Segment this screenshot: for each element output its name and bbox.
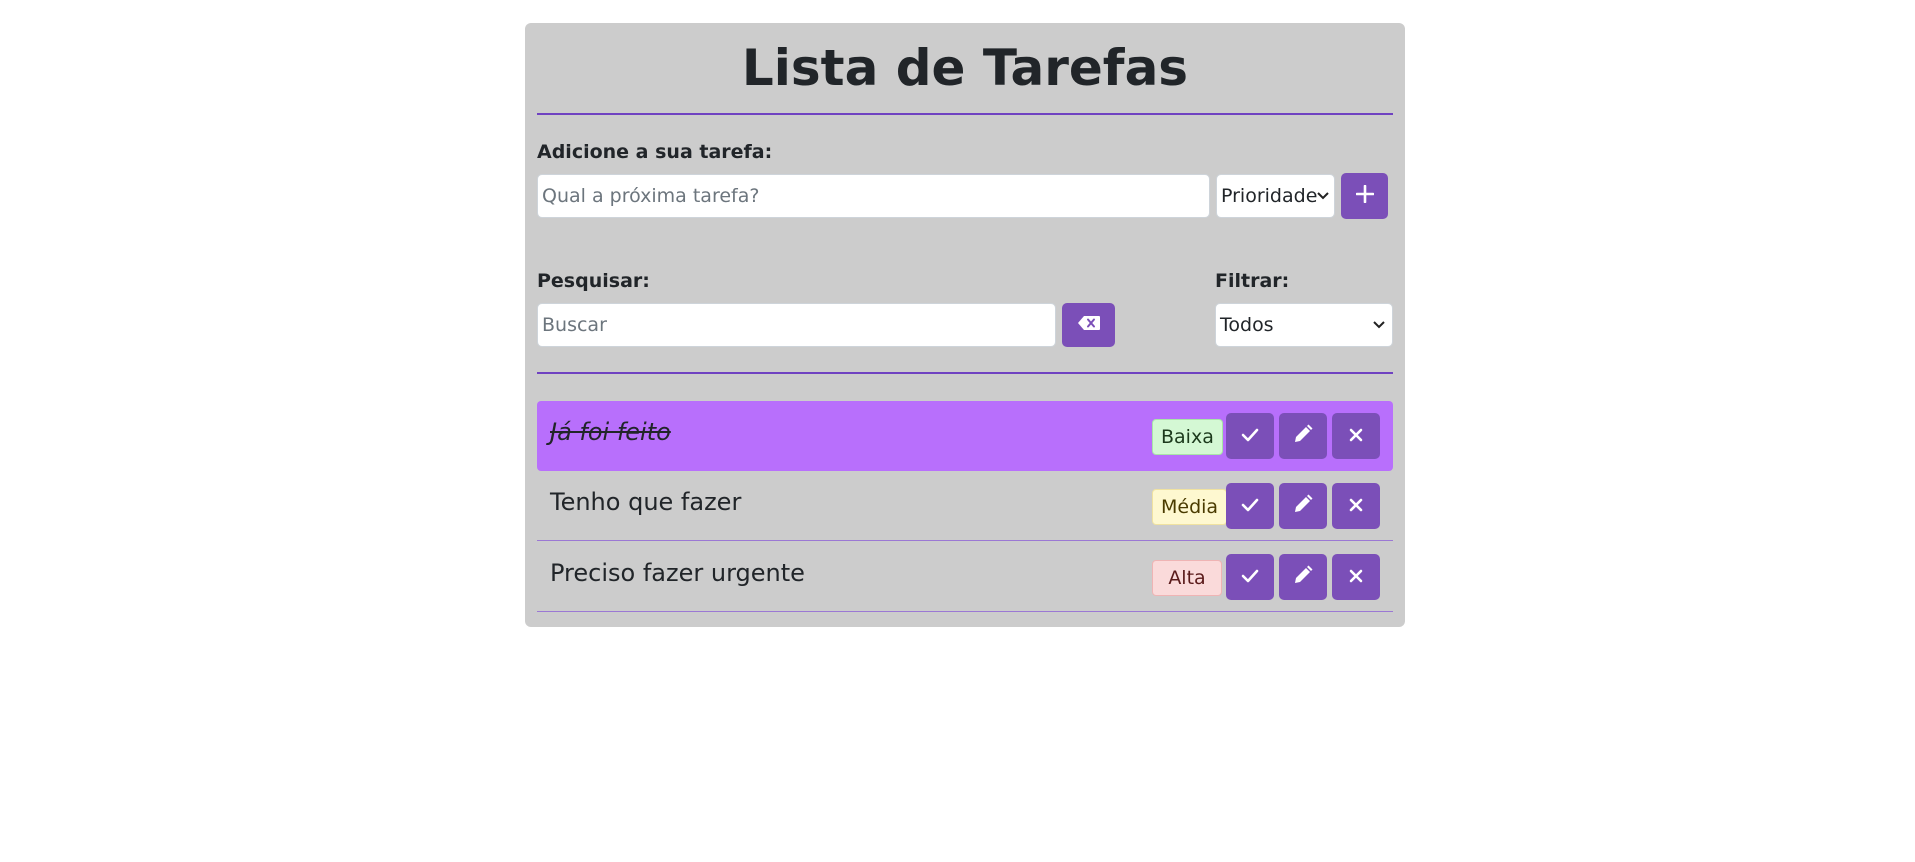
remove-button[interactable]: [1332, 554, 1380, 600]
search-input[interactable]: [537, 303, 1056, 347]
remove-button[interactable]: [1332, 483, 1380, 529]
check-icon: [1241, 497, 1259, 516]
priority-badge: Baixa: [1152, 419, 1223, 455]
todo-text: Tenho que fazer: [550, 488, 742, 516]
edit-button[interactable]: [1279, 483, 1327, 529]
filter-label: Filtrar:: [1215, 270, 1290, 292]
check-icon: [1241, 568, 1259, 587]
add-task-button[interactable]: [1341, 173, 1388, 219]
priority-select-value: Prioridade: [1221, 185, 1318, 207]
priority-badge: Alta: [1152, 560, 1222, 596]
clear-search-button[interactable]: [1062, 303, 1115, 347]
edit-button[interactable]: [1279, 413, 1327, 459]
todo-text: Já foi feito: [550, 418, 671, 446]
close-icon: [1349, 568, 1363, 587]
todo-text: Preciso fazer urgente: [550, 559, 805, 587]
complete-button[interactable]: [1226, 483, 1274, 529]
pencil-icon: [1293, 424, 1313, 448]
new-task-input[interactable]: [537, 174, 1210, 218]
add-task-label: Adicione a sua tarefa:: [537, 141, 773, 163]
complete-button[interactable]: [1226, 413, 1274, 459]
chevron-down-icon: [1372, 318, 1386, 332]
edit-button[interactable]: [1279, 554, 1327, 600]
todo-card: Lista de Tarefas Adicione a sua tarefa: …: [525, 23, 1405, 627]
todo-item: Preciso fazer urgente Alta: [537, 542, 1393, 612]
priority-badge: Média: [1152, 489, 1228, 525]
plus-icon: [1355, 184, 1374, 207]
page-title: Lista de Tarefas: [741, 39, 1189, 97]
check-icon: [1241, 427, 1259, 446]
pencil-icon: [1293, 565, 1313, 589]
backspace-icon: [1077, 315, 1101, 335]
remove-button[interactable]: [1332, 413, 1380, 459]
close-icon: [1349, 497, 1363, 516]
pencil-icon: [1293, 494, 1313, 518]
todo-item: Já foi feito Baixa: [537, 401, 1393, 471]
header-divider: [537, 113, 1393, 115]
close-icon: [1349, 427, 1363, 446]
complete-button[interactable]: [1226, 554, 1274, 600]
todo-item: Tenho que fazer Média: [537, 471, 1393, 541]
section-divider: [537, 372, 1393, 374]
priority-select[interactable]: Prioridade: [1216, 174, 1335, 218]
chevron-down-icon: [1317, 189, 1330, 203]
filter-select[interactable]: Todos: [1215, 303, 1393, 347]
search-label: Pesquisar:: [537, 270, 650, 292]
filter-select-value: Todos: [1220, 314, 1274, 336]
